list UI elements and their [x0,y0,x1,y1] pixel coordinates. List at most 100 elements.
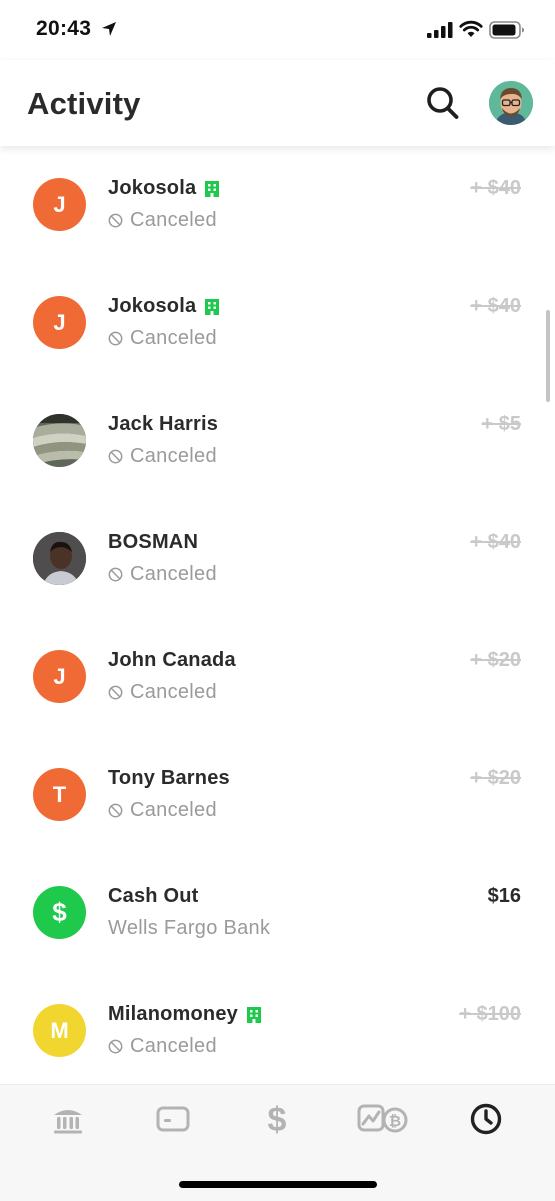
activity-row[interactable]: $ Cash Out Wells Fargo Bank $16 [0,854,555,972]
transaction-status: Canceled [108,209,217,232]
canceled-icon [108,685,123,700]
transaction-status: Canceled [108,799,217,822]
status-time: 20:43 [36,17,92,40]
tab-cash[interactable]: $ [254,1099,300,1139]
tab-card[interactable] [150,1099,196,1139]
transaction-status: Canceled [108,563,217,586]
contact-name-text: John Canada [108,649,236,671]
status-text: Canceled [130,209,217,231]
contact-avatar: T [33,768,86,821]
avatar-initial: J [53,663,66,689]
status-text: Canceled [130,327,217,349]
transaction-status: Canceled [108,681,217,704]
search-button[interactable] [423,84,463,124]
activity-row[interactable]: J John Canada Canceled + $20 [0,618,555,736]
activity-row[interactable]: BOSMAN Canceled + $40 [0,500,555,618]
location-arrow-icon [102,22,116,36]
contact-photo [33,414,86,467]
header: Activity [0,60,555,146]
canceled-icon [108,331,123,346]
activity-row[interactable]: T Tony Barnes Canceled + $20 [0,736,555,854]
contact-name-text: Jokosola [108,295,197,317]
contact-name: Tony Barnes [108,767,230,790]
svg-text:₿: ₿ [389,1113,401,1130]
transaction-amount: + $40 [470,531,521,553]
status-text: Canceled [130,681,217,703]
scroll-indicator[interactable] [546,310,550,402]
contact-name: Milanomoney [108,1003,262,1026]
status-text: Canceled [130,445,217,467]
canceled-icon [108,567,123,582]
cellular-signal-icon [427,22,453,38]
investing-icon: ₿ [357,1104,408,1133]
canceled-icon [108,1039,123,1054]
status-text: Wells Fargo Bank [108,917,271,939]
avatar-initial: J [53,191,66,217]
status-text: Canceled [130,799,217,821]
transaction-amount: + $40 [470,177,521,199]
contact-name: Jokosola [108,177,220,200]
canceled-icon [108,213,123,228]
contact-photo-avatar [33,414,86,467]
transaction-amount: + $20 [470,649,521,671]
activity-row[interactable]: J Jokosola Canceled + $40 [0,146,555,264]
tab-bar: $ ₿ [0,1084,555,1201]
contact-avatar: J [33,650,86,703]
transaction-detail: Wells Fargo Bank [108,917,270,940]
tab-investing[interactable]: ₿ [356,1099,410,1139]
activity-row[interactable]: J Jokosola Canceled + $40 [0,264,555,382]
profile-avatar-button[interactable] [489,81,533,125]
avatar-initial: M [50,1017,69,1043]
contact-name: BOSMAN [108,531,198,554]
contact-name: Cash Out [108,885,199,908]
avatar-initial: T [52,781,67,807]
transaction-amount: + $20 [470,767,521,789]
avatar-initial: J [53,309,66,335]
page-title: Activity [27,86,141,121]
activity-list: J Jokosola Canceled + $40 J Jokosola Can… [0,146,555,1084]
transaction-amount: $16 [487,885,521,907]
profile-avatar [489,81,533,125]
contact-name: Jokosola [108,295,220,318]
business-icon [205,180,220,197]
dollar-icon: $ [52,897,67,927]
contact-name-text: Jack Harris [108,413,219,435]
contact-name-text: Cash Out [108,885,199,907]
transaction-amount: + $40 [470,295,521,317]
canceled-icon [108,803,123,818]
search-icon [427,87,459,119]
contact-photo [33,532,86,585]
cash-out-avatar: $ [33,886,86,939]
contact-photo-avatar [33,532,86,585]
contact-name-text: Milanomoney [108,1003,238,1025]
status-text: Canceled [130,1035,217,1057]
contact-name: John Canada [108,649,236,672]
contact-avatar: J [33,296,86,349]
contact-avatar: J [33,178,86,231]
transaction-status: Canceled [108,445,217,468]
card-icon [156,1106,190,1132]
clock-icon [470,1103,502,1135]
transaction-status: Canceled [108,1035,217,1058]
contact-name: Jack Harris [108,413,218,436]
status-text: Canceled [130,563,217,585]
business-icon [247,1006,261,1023]
contact-name-text: BOSMAN [108,531,199,553]
bank-icon [54,1110,82,1134]
transaction-status: Canceled [108,327,217,350]
home-indicator[interactable] [179,1181,377,1188]
business-icon [205,298,220,315]
contact-avatar: M [33,1004,86,1057]
battery-icon [489,21,524,39]
canceled-icon [108,449,123,464]
status-bar: 20:43 [0,0,555,60]
dollar-icon: $ [268,1101,287,1137]
transaction-amount: + $100 [459,1003,521,1025]
activity-row[interactable]: M Milanomoney Canceled + $100 [0,972,555,1084]
tab-activity[interactable] [463,1099,509,1139]
contact-name-text: Tony Barnes [108,767,230,789]
activity-row[interactable]: Jack Harris Canceled + $5 [0,382,555,500]
wifi-icon [459,20,483,37]
transaction-amount: + $5 [481,413,521,435]
tab-banking[interactable] [45,1099,91,1139]
